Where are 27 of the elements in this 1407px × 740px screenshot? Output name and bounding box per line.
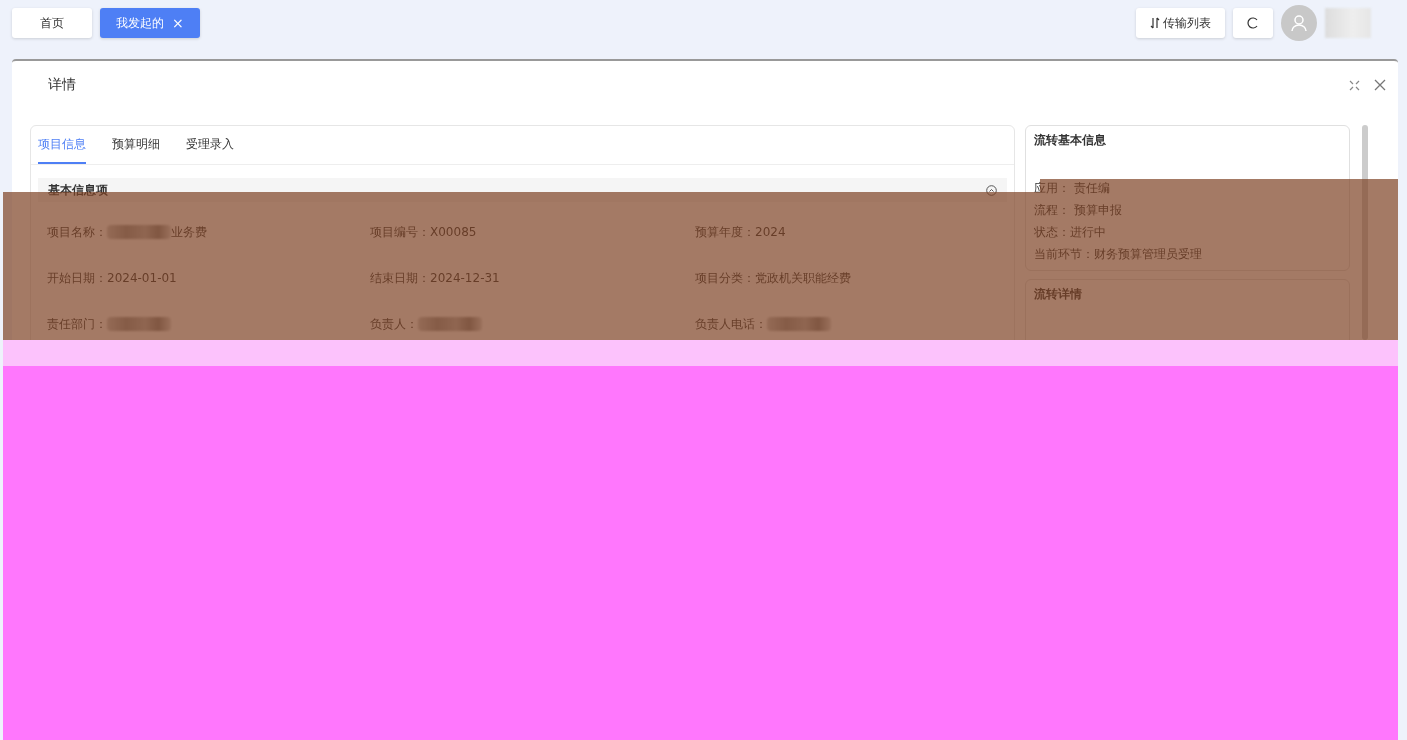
detail-tab[interactable]: 受理录入: [186, 126, 234, 164]
transfer-list-button[interactable]: 传输列表: [1136, 8, 1225, 38]
field-value: X00085: [430, 225, 477, 239]
field-label: 开始日期：: [47, 269, 107, 287]
close-icon[interactable]: ×: [172, 15, 184, 31]
field-value: 业务费: [171, 223, 207, 241]
field-label: 负责人电话：: [695, 315, 767, 333]
field-value: 2024: [755, 225, 786, 239]
card-title: 流转详情: [1034, 286, 1083, 303]
field-label: 责任部门：: [47, 315, 107, 333]
sort-arrows-icon: [1150, 17, 1160, 29]
field-value: 2024-12-31: [430, 271, 500, 285]
card-title: 流转基本信息: [1034, 132, 1107, 149]
info-line: 状态：进行中: [1034, 224, 1107, 241]
collapse-icon[interactable]: [1349, 79, 1360, 91]
close-icon[interactable]: [1374, 79, 1386, 91]
field-label: 负责人：: [370, 315, 418, 333]
user-icon: [1290, 14, 1308, 32]
refresh-button[interactable]: [1233, 8, 1273, 38]
detail-tab[interactable]: 预算明细: [112, 126, 160, 164]
field-value: 2024-01-01: [107, 271, 177, 285]
panel-title: 详情: [48, 76, 77, 94]
detail-tab[interactable]: 项目信息: [38, 126, 86, 164]
blurred-username: [1325, 8, 1371, 38]
refresh-icon: [1247, 17, 1259, 29]
page-tab[interactable]: 我发起的 ×: [100, 8, 200, 38]
page-tab[interactable]: 首页: [12, 8, 92, 38]
